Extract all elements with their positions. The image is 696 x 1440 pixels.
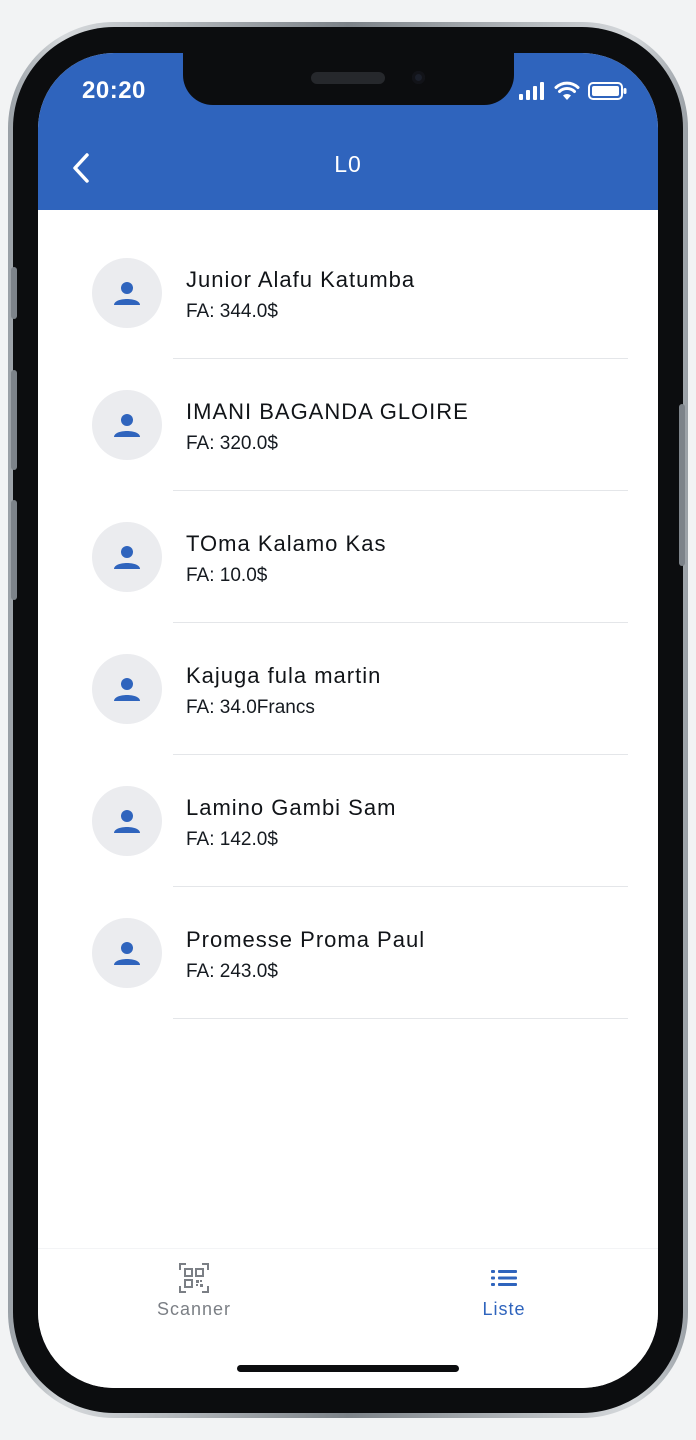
avatar <box>92 786 162 856</box>
list-item[interactable]: IMANI BAGANDA GLOIRE FA: 320.0$ <box>38 342 658 491</box>
list-item[interactable]: Junior Alafu Katumba FA: 344.0$ <box>38 210 658 359</box>
tab-liste-label: Liste <box>482 1299 526 1319</box>
client-name: TOma Kalamo Kas <box>186 531 387 556</box>
client-amount: FA: 344.0$ <box>186 301 278 322</box>
client-name: Junior Alafu Katumba <box>186 267 416 292</box>
person-icon <box>114 678 140 701</box>
qr-code-icon <box>179 1263 209 1293</box>
client-amount: FA: 243.0$ <box>186 961 278 982</box>
client-name: Kajuga fula martin <box>186 663 382 688</box>
avatar <box>92 918 162 988</box>
home-indicator <box>237 1365 459 1372</box>
screen: 20:20 L0 Junior Alafu Katumba FA: 344.0$… <box>38 53 658 1388</box>
mute-switch <box>11 267 17 319</box>
avatar <box>92 258 162 328</box>
tab-liste[interactable]: Liste <box>434 1263 574 1333</box>
avatar <box>92 390 162 460</box>
person-icon <box>114 414 140 437</box>
client-amount: FA: 142.0$ <box>186 829 278 850</box>
signal-icon <box>519 82 544 100</box>
wifi-icon <box>554 81 580 100</box>
divider <box>173 1018 628 1019</box>
tab-scanner[interactable]: Scanner <box>124 1263 264 1333</box>
battery-icon <box>588 82 627 100</box>
client-list: Junior Alafu Katumba FA: 344.0$ IMANI BA… <box>38 210 658 1019</box>
list-icon <box>491 1270 517 1286</box>
list-item[interactable]: Lamino Gambi Sam FA: 142.0$ <box>38 738 658 887</box>
volume-down-button <box>11 500 17 600</box>
client-name: Lamino Gambi Sam <box>186 795 397 820</box>
phone-frame: 20:20 L0 Junior Alafu Katumba FA: 344.0$… <box>8 22 688 1418</box>
avatar <box>92 522 162 592</box>
status-icons <box>518 81 628 101</box>
client-amount: FA: 320.0$ <box>186 433 278 454</box>
list-item[interactable]: Kajuga fula martin FA: 34.0Francs <box>38 606 658 755</box>
client-name: IMANI BAGANDA GLOIRE <box>186 399 469 424</box>
avatar <box>92 654 162 724</box>
speaker <box>311 72 385 84</box>
person-icon <box>114 282 140 305</box>
volume-up-button <box>11 370 17 470</box>
client-amount: FA: 34.0Francs <box>186 697 315 718</box>
tab-scanner-label: Scanner <box>156 1299 232 1319</box>
list-item[interactable]: Promesse Proma Paul FA: 243.0$ <box>38 870 658 1019</box>
bezel: 20:20 L0 Junior Alafu Katumba FA: 344.0$… <box>13 27 683 1413</box>
list-item[interactable]: TOma Kalamo Kas FA: 10.0$ <box>38 474 658 623</box>
person-icon <box>114 942 140 965</box>
bottom-tab-bar: Scanner Liste <box>38 1248 658 1388</box>
client-amount: FA: 10.0$ <box>186 565 268 586</box>
client-name: Promesse Proma Paul <box>186 927 426 952</box>
power-button <box>679 404 685 566</box>
status-time: 20:20 <box>82 77 146 104</box>
notch <box>183 53 514 105</box>
person-icon <box>114 546 140 569</box>
person-icon <box>114 810 140 833</box>
front-camera <box>412 71 425 84</box>
page-title: L0 <box>334 151 362 177</box>
